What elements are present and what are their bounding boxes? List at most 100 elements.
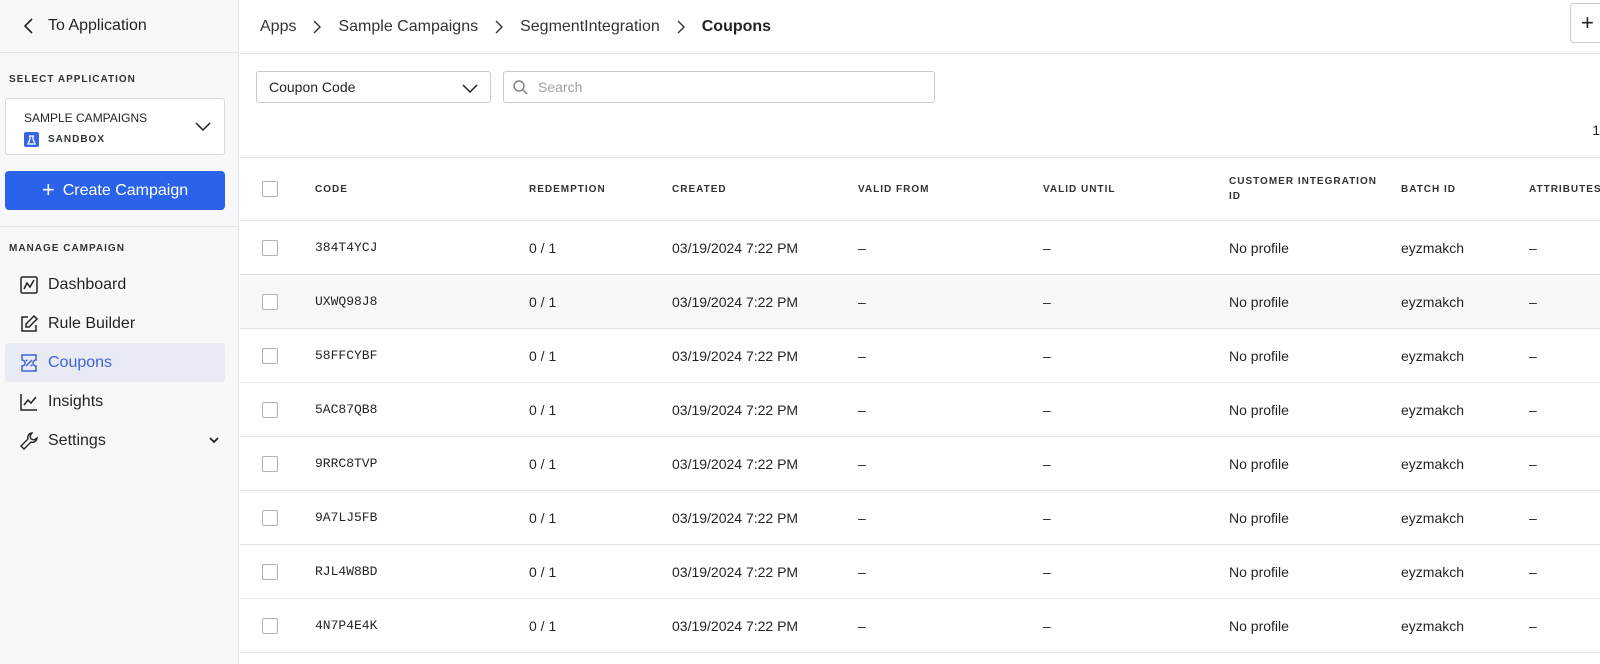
search-box (503, 71, 935, 103)
created-date: 03/19/2024 7:22 PM (672, 509, 799, 526)
coupon-code[interactable]: 5AC87QB8 (315, 383, 377, 436)
breadcrumb-current: Coupons (701, 17, 772, 35)
breadcrumb-campaign[interactable]: SegmentIntegration (520, 18, 660, 36)
redemption-value: 0 / 1 (529, 401, 557, 418)
column-header-code[interactable]: CODE (315, 158, 348, 220)
attributes-value: – (1529, 563, 1537, 580)
nav-item-label: Dashboard (48, 275, 127, 293)
table-row[interactable]: RJL4W8BD 0 / 1 03/19/2024 7:22 PM – – No prof… (240, 545, 1600, 599)
search-input[interactable] (536, 78, 920, 96)
column-header-customer-integration-id[interactable]: CUSTOMER INTEGRATION ID (1229, 158, 1379, 220)
nav-item-label: Insights (48, 392, 104, 410)
table-row[interactable]: UXWQ98J8 0 / 1 03/19/2024 7:22 PM – – No prof… (240, 275, 1600, 329)
coupon-code[interactable]: RJL4W8BD (315, 545, 377, 598)
column-header-batch-id[interactable]: BATCH ID (1401, 158, 1456, 220)
created-date: 03/19/2024 7:22 PM (672, 347, 799, 364)
valid-until-value: – (1043, 563, 1051, 580)
row-checkbox[interactable] (262, 563, 278, 580)
coupon-code[interactable]: 4N7P4E4K (315, 599, 377, 652)
valid-from-value: – (858, 239, 866, 256)
add-button[interactable]: + (1570, 3, 1600, 43)
table-row[interactable]: 4N7P4E4K 0 / 1 03/19/2024 7:22 PM – – No prof… (240, 599, 1600, 653)
customer-integration-id: No profile (1229, 509, 1289, 526)
customer-integration-id: No profile (1229, 293, 1289, 310)
redemption-value: 0 / 1 (529, 455, 557, 472)
redemption-value: 0 / 1 (529, 347, 557, 364)
application-selector[interactable]: SAMPLE CAMPAIGNS SANDBOX (5, 98, 225, 155)
redemption-value: 0 / 1 (529, 239, 557, 256)
wrench-icon (20, 431, 38, 450)
row-checkbox[interactable] (262, 239, 278, 256)
nav-item-settings[interactable]: Settings (5, 421, 225, 460)
table-row[interactable]: 9A7LJ5FB 0 / 1 03/19/2024 7:22 PM – – No prof… (240, 491, 1600, 545)
table-row[interactable]: 384T4YCJ 0 / 1 03/19/2024 7:22 PM – – No prof… (240, 221, 1600, 275)
valid-from-value: – (858, 563, 866, 580)
table-row[interactable]: 5AC87QB8 0 / 1 03/19/2024 7:22 PM – – No prof… (240, 383, 1600, 437)
row-checkbox[interactable] (262, 293, 278, 310)
attributes-value: – (1529, 239, 1537, 256)
create-campaign-label: Create Campaign (62, 181, 189, 199)
created-date: 03/19/2024 7:22 PM (672, 617, 799, 634)
column-header-created[interactable]: CREATED (672, 158, 727, 220)
batch-id: eyzmakch (1401, 509, 1465, 526)
batch-id: eyzmakch (1401, 347, 1465, 364)
row-checkbox[interactable] (262, 401, 278, 418)
customer-integration-id: No profile (1229, 563, 1289, 580)
breadcrumb: Apps Sample Campaigns SegmentIntegration… (240, 0, 1600, 54)
customer-integration-id: No profile (1229, 455, 1289, 472)
chart-square-icon (20, 275, 38, 294)
row-checkbox[interactable] (262, 347, 278, 364)
valid-from-value: – (858, 401, 866, 418)
customer-integration-id: No profile (1229, 239, 1289, 256)
manage-campaign-label: MANAGE CAMPAIGN (9, 243, 125, 254)
coupon-code[interactable]: UXWQ98J8 (315, 275, 377, 328)
customer-integration-id: No profile (1229, 347, 1289, 364)
column-header-attributes[interactable]: ATTRIBUTES (1529, 158, 1600, 220)
chevron-right-icon (677, 20, 685, 33)
filter-selected-value: Coupon Code (269, 79, 356, 95)
row-checkbox[interactable] (262, 509, 278, 526)
row-checkbox[interactable] (262, 617, 278, 634)
column-header-redemption[interactable]: REDEMPTION (529, 158, 606, 220)
redemption-value: 0 / 1 (529, 509, 557, 526)
valid-from-value: – (858, 617, 866, 634)
batch-id: eyzmakch (1401, 239, 1465, 256)
nav-item-insights[interactable]: Insights (5, 382, 225, 421)
valid-from-value: – (858, 455, 866, 472)
customer-integration-id: No profile (1229, 617, 1289, 634)
batch-id: eyzmakch (1401, 401, 1465, 418)
batch-id: eyzmakch (1401, 563, 1465, 580)
page-count: 1 (1592, 122, 1600, 138)
coupons-table: CODE REDEMPTION CREATED VALID FROM VALID… (240, 157, 1600, 653)
redemption-value: 0 / 1 (529, 563, 557, 580)
filter-field-select[interactable]: Coupon Code (256, 71, 491, 103)
column-header-valid-from[interactable]: VALID FROM (858, 158, 929, 220)
nav-item-coupons[interactable]: Coupons (5, 343, 225, 382)
nav-item-rule-builder[interactable]: Rule Builder (5, 304, 225, 343)
create-campaign-button[interactable]: + Create Campaign (5, 171, 225, 210)
select-application-label: SELECT APPLICATION (9, 74, 136, 85)
breadcrumb-application[interactable]: Sample Campaigns (338, 18, 478, 36)
redemption-value: 0 / 1 (529, 617, 557, 634)
breadcrumb-apps[interactable]: Apps (260, 18, 296, 36)
chevron-down-icon (462, 84, 478, 94)
valid-until-value: – (1043, 239, 1051, 256)
coupon-code[interactable]: 9RRC8TVP (315, 437, 377, 490)
chevron-down-icon (195, 122, 211, 132)
customer-integration-id: No profile (1229, 401, 1289, 418)
back-to-application-link[interactable]: To Application (0, 0, 238, 53)
batch-id: eyzmakch (1401, 293, 1465, 310)
coupon-code[interactable]: 58FFCYBF (315, 329, 377, 382)
table-row[interactable]: 58FFCYBF 0 / 1 03/19/2024 7:22 PM – – No prof… (240, 329, 1600, 383)
coupon-code[interactable]: 384T4YCJ (315, 221, 377, 274)
row-checkbox[interactable] (262, 455, 278, 472)
valid-until-value: – (1043, 401, 1051, 418)
attributes-value: – (1529, 293, 1537, 310)
table-row[interactable]: 9RRC8TVP 0 / 1 03/19/2024 7:22 PM – – No prof… (240, 437, 1600, 491)
row-select-cell (262, 221, 278, 274)
plus-icon: + (41, 176, 55, 202)
select-all-checkbox[interactable] (262, 181, 278, 197)
nav-item-dashboard[interactable]: Dashboard (5, 265, 225, 304)
coupon-code[interactable]: 9A7LJ5FB (315, 491, 377, 544)
column-header-valid-until[interactable]: VALID UNTIL (1043, 158, 1115, 220)
